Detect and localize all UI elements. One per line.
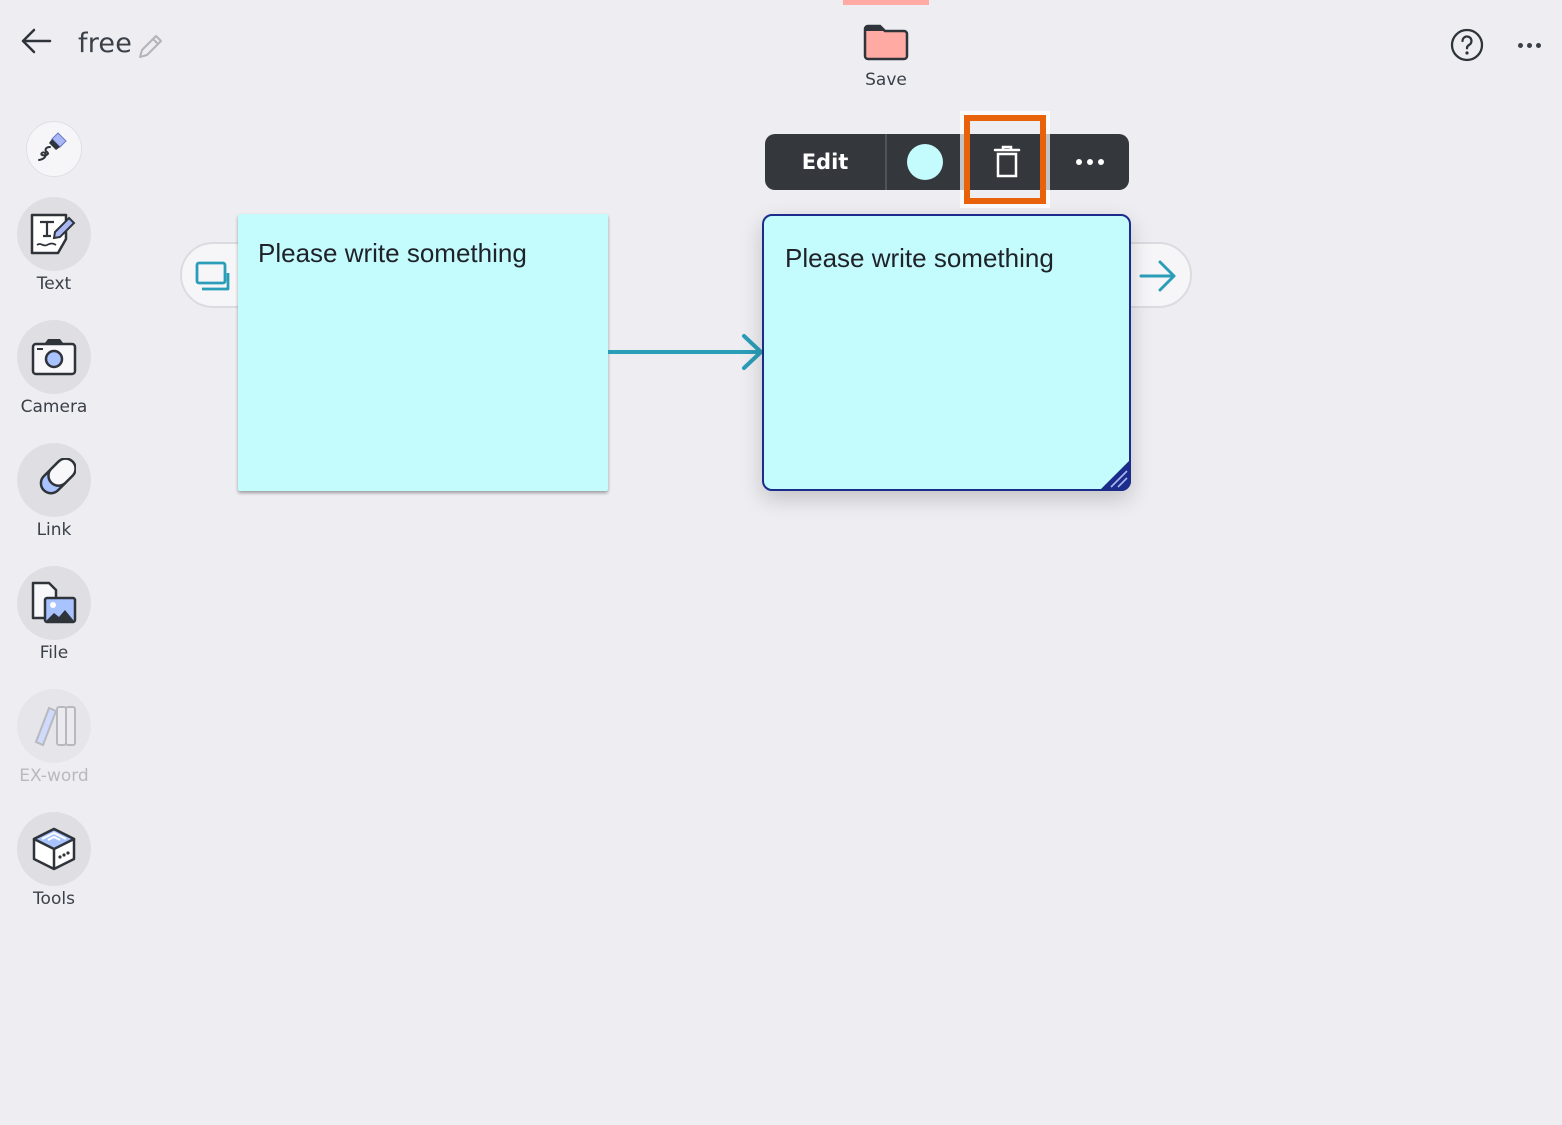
sticky-note[interactable]: Please write something bbox=[238, 214, 608, 491]
books-icon bbox=[34, 706, 76, 747]
save-button[interactable]: Save bbox=[846, 20, 926, 104]
toolbox-icon bbox=[32, 827, 76, 871]
note-text[interactable]: Please write something bbox=[258, 238, 527, 269]
text-card-icon bbox=[30, 213, 76, 255]
marker-pen-icon bbox=[38, 132, 67, 161]
trash-icon bbox=[993, 145, 1021, 178]
sidebar-item-label: Camera bbox=[20, 397, 88, 417]
back-button[interactable] bbox=[18, 24, 54, 58]
sidebar-item-ex-word: EX-word bbox=[6, 689, 102, 786]
pencil-icon bbox=[139, 35, 162, 58]
folder-icon bbox=[863, 24, 909, 61]
sidebar-item-label: Link bbox=[36, 520, 72, 540]
duplicate-card-icon bbox=[195, 261, 230, 291]
sidebar-item-camera[interactable]: Camera bbox=[6, 320, 102, 417]
arrow-right-icon bbox=[1139, 260, 1176, 292]
sidebar-item-file[interactable]: File bbox=[6, 566, 102, 663]
edit-title-button[interactable] bbox=[134, 30, 166, 62]
note-text[interactable]: Please write something bbox=[785, 243, 1054, 274]
arrow-left-icon bbox=[21, 28, 52, 54]
sidebar-item-link[interactable]: Link bbox=[6, 443, 102, 540]
file-image-icon bbox=[31, 581, 77, 624]
save-label: Save bbox=[865, 70, 907, 90]
board-title: free bbox=[78, 28, 133, 59]
color-swatch bbox=[907, 144, 943, 180]
resize-handle-icon[interactable] bbox=[1097, 457, 1131, 491]
question-circle-icon bbox=[1450, 28, 1484, 62]
link-icon bbox=[39, 458, 76, 495]
connector-arrow[interactable] bbox=[608, 332, 766, 372]
ellipsis-icon bbox=[1517, 42, 1523, 48]
color-picker-button[interactable] bbox=[887, 134, 963, 190]
sidebar-item-label: EX-word bbox=[19, 766, 89, 786]
sidebar-item-text[interactable]: Text bbox=[6, 197, 102, 294]
ellipsis-icon bbox=[1076, 159, 1082, 165]
context-toolbar: Edit bbox=[765, 134, 1129, 190]
more-options-button[interactable] bbox=[1510, 30, 1548, 60]
sticky-note-selected[interactable]: Please write something bbox=[762, 214, 1131, 491]
more-actions-button[interactable] bbox=[1051, 134, 1129, 190]
pen-tool-button[interactable] bbox=[26, 121, 82, 177]
sidebar-item-label: Tools bbox=[33, 889, 75, 909]
delete-button[interactable] bbox=[963, 134, 1051, 190]
sidebar-item-label: File bbox=[39, 643, 69, 663]
edit-button[interactable]: Edit bbox=[765, 134, 887, 190]
sidebar-item-tools[interactable]: Tools bbox=[6, 812, 102, 909]
help-button[interactable] bbox=[1449, 27, 1485, 63]
camera-icon bbox=[31, 339, 77, 376]
save-indicator-bar bbox=[843, 0, 929, 5]
sidebar-item-label: Text bbox=[36, 274, 72, 294]
